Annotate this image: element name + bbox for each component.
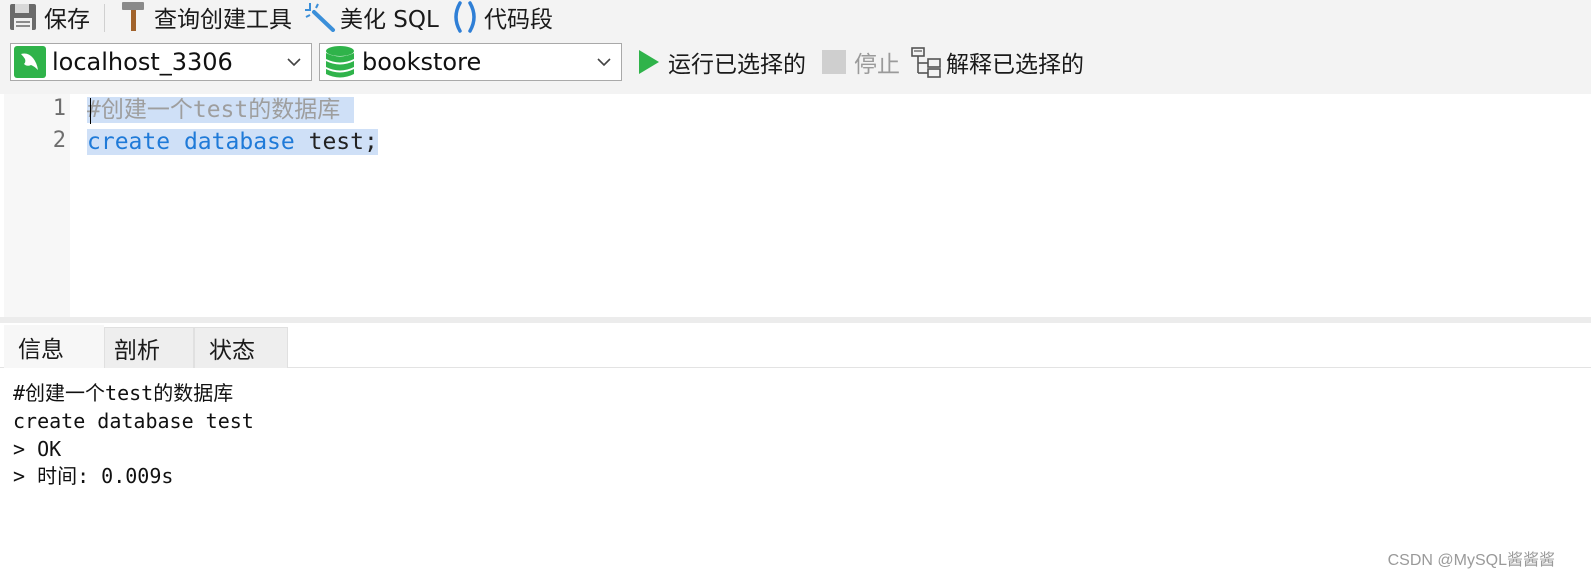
main-toolbar: 保存 查询创建工具 美化 SQL 代码段 bbox=[0, 0, 1591, 36]
explain-icon bbox=[910, 45, 944, 79]
code-snippet-button[interactable]: 代码段 bbox=[450, 0, 553, 34]
chevron-down-icon bbox=[285, 53, 303, 71]
database-select-value: bookstore bbox=[362, 48, 482, 76]
watermark: CSDN @MySQL酱酱酱 bbox=[1387, 552, 1555, 569]
sql-identifier: test; bbox=[308, 129, 378, 155]
connection-toolbar: localhost_3306 bookstore 运行已选择的 停止 解释已选择… bbox=[0, 36, 1591, 94]
sql-comment: #创建一个test的数据库 bbox=[87, 97, 341, 123]
explain-selected-button[interactable]: 解释已选择的 bbox=[910, 43, 1084, 81]
tab-info[interactable]: 信息 bbox=[4, 325, 104, 368]
sql-keyword: create bbox=[87, 129, 171, 155]
toolbar-divider bbox=[104, 4, 105, 32]
result-tabs: 信息 剖析 状态 bbox=[0, 323, 1591, 368]
sql-editor[interactable]: 1 2 #创建一个test的数据库 create database test; bbox=[4, 94, 1591, 317]
sql-keyword: database bbox=[183, 129, 295, 155]
output-line: #创建一个test的数据库 bbox=[13, 381, 234, 405]
tab-profile[interactable]: 剖析 bbox=[104, 327, 194, 368]
connection-select[interactable]: localhost_3306 bbox=[10, 43, 312, 81]
output-line: > 时间: 0.009s bbox=[13, 464, 174, 488]
parentheses-icon bbox=[450, 1, 480, 33]
database-select[interactable]: bookstore bbox=[319, 43, 622, 81]
play-icon bbox=[636, 48, 662, 76]
stop-label: 停止 bbox=[854, 52, 900, 78]
save-label: 保存 bbox=[44, 7, 90, 33]
run-selected-button[interactable]: 运行已选择的 bbox=[636, 43, 806, 81]
save-icon bbox=[8, 2, 38, 32]
save-button[interactable]: 保存 bbox=[8, 0, 90, 34]
beautify-sql-label: 美化 SQL bbox=[340, 7, 439, 33]
line-number-gutter: 1 2 bbox=[4, 94, 70, 317]
connection-select-value: localhost_3306 bbox=[52, 48, 233, 76]
mysql-dolphin-icon bbox=[14, 46, 46, 78]
database-stack-icon bbox=[324, 45, 356, 79]
tab-status[interactable]: 状态 bbox=[194, 327, 288, 368]
code-snippet-label: 代码段 bbox=[484, 7, 553, 33]
text-caret bbox=[90, 98, 91, 124]
stop-button[interactable]: 停止 bbox=[822, 43, 900, 81]
output-line: create database test bbox=[13, 409, 254, 433]
message-output: #创建一个test的数据库 create database test > OK … bbox=[0, 368, 1591, 580]
query-builder-label: 查询创建工具 bbox=[154, 7, 292, 33]
stop-icon bbox=[822, 50, 846, 74]
code-line-1[interactable]: #创建一个test的数据库 bbox=[87, 94, 355, 126]
output-line: > OK bbox=[13, 437, 62, 461]
magic-wand-icon bbox=[304, 2, 336, 32]
line-number: 2 bbox=[52, 128, 66, 153]
run-selected-label: 运行已选择的 bbox=[668, 52, 806, 78]
beautify-sql-button[interactable]: 美化 SQL bbox=[304, 0, 439, 34]
hammer-icon bbox=[120, 1, 148, 33]
explain-selected-label: 解释已选择的 bbox=[946, 52, 1084, 78]
query-builder-button[interactable]: 查询创建工具 bbox=[120, 0, 292, 34]
code-line-2[interactable]: create database test; bbox=[87, 126, 378, 158]
line-number: 1 bbox=[52, 96, 66, 121]
chevron-down-icon bbox=[595, 53, 613, 71]
